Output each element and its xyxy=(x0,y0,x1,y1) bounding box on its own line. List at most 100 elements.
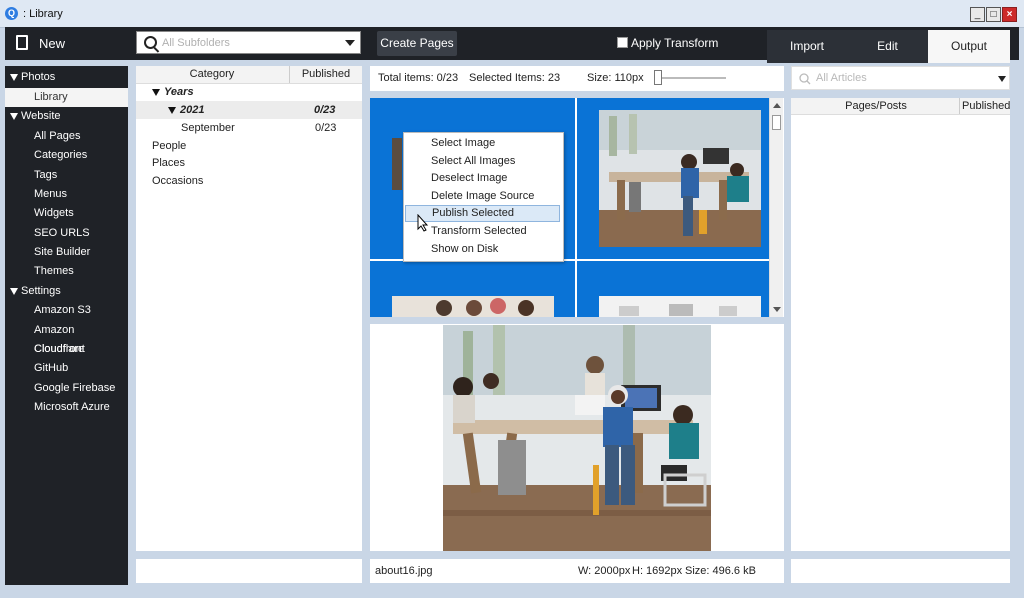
expand-triangle-icon xyxy=(152,89,160,96)
category-2021[interactable]: 2021 xyxy=(168,104,204,116)
image-tile[interactable] xyxy=(577,261,769,317)
image-info-footer: about16.jpg W: 2000px H: 1692px Size: 49… xyxy=(370,559,784,583)
image-tile[interactable] xyxy=(370,261,575,317)
sidebar-item-amazon-cloudfront[interactable]: Amazon Cloudfront xyxy=(5,321,128,355)
column-divider xyxy=(959,98,960,114)
image-height: H: 1692px xyxy=(632,565,683,577)
sidebar-item-tags[interactable]: Tags xyxy=(5,166,128,185)
column-header-published[interactable]: Published xyxy=(962,100,1010,112)
create-pages-button[interactable]: Create Pages xyxy=(377,31,457,56)
sidebar-section-website[interactable]: Website xyxy=(5,107,128,126)
image-preview-panel xyxy=(370,324,784,551)
new-button-label: New xyxy=(39,36,66,51)
context-menu: Select Image Select All Images Deselect … xyxy=(403,132,564,262)
sidebar-item-site-builder[interactable]: Site Builder xyxy=(5,243,128,262)
articles-dropdown[interactable]: All Articles xyxy=(791,66,1010,90)
tab-edit[interactable]: Edit xyxy=(847,30,928,63)
scroll-down-icon[interactable] xyxy=(773,307,781,312)
column-header-pages-posts[interactable]: Pages/Posts xyxy=(791,100,961,112)
sidebar-item-categories[interactable]: Categories xyxy=(5,146,128,165)
category-footer xyxy=(136,559,362,583)
sidebar-section-label: Photos xyxy=(21,71,56,83)
category-2021-count: 0/23 xyxy=(314,104,336,116)
image-tile[interactable] xyxy=(577,98,769,259)
menu-item-delete-image-source[interactable]: Delete Image Source xyxy=(405,188,560,205)
sidebar-item-github[interactable]: GitHub xyxy=(5,359,128,378)
menu-item-select-image[interactable]: Select Image xyxy=(405,135,560,152)
category-years[interactable]: Years xyxy=(152,86,194,98)
column-header-published[interactable]: Published xyxy=(290,68,362,80)
sidebar-item-widgets[interactable]: Widgets xyxy=(5,204,128,223)
new-document-icon xyxy=(16,35,28,50)
image-filesize: Size: 496.6 kB xyxy=(685,565,756,577)
total-items: Total items: 0/23 xyxy=(378,72,459,84)
thumbnail-image xyxy=(392,296,554,317)
category-label: Years xyxy=(164,86,194,98)
app-logo-icon: Q xyxy=(5,7,18,20)
mouse-cursor-icon xyxy=(417,214,429,232)
articles-panel xyxy=(791,98,1010,551)
menu-item-show-on-disk[interactable]: Show on Disk xyxy=(405,241,560,258)
sidebar-item-library[interactable]: Library xyxy=(5,88,128,107)
image-grid-scrollbar[interactable] xyxy=(769,98,783,317)
sidebar-section-photos[interactable]: Photos xyxy=(5,68,128,87)
maximize-icon[interactable]: □ xyxy=(986,7,1001,22)
category-september-count: 0/23 xyxy=(315,122,337,134)
window-title: : Library xyxy=(23,8,63,20)
thumbnail-image xyxy=(392,138,402,190)
articles-header: Pages/Posts Published xyxy=(791,98,1010,115)
size-slider-track[interactable] xyxy=(660,77,726,79)
sidebar-item-cloudflare[interactable]: Cloudflare xyxy=(5,340,128,359)
preview-image xyxy=(443,325,711,551)
apply-transform-checkbox[interactable] xyxy=(617,37,628,48)
expand-triangle-icon xyxy=(10,113,18,120)
column-header-category[interactable]: Category xyxy=(136,68,288,80)
tab-import[interactable]: Import xyxy=(767,30,847,63)
new-button[interactable]: New xyxy=(10,31,72,57)
category-panel xyxy=(136,66,362,551)
category-september[interactable]: September xyxy=(181,122,235,134)
image-filename: about16.jpg xyxy=(375,565,433,577)
expand-triangle-icon xyxy=(10,74,18,81)
search-icon xyxy=(799,73,811,85)
search-input[interactable] xyxy=(162,35,332,51)
chevron-down-icon[interactable] xyxy=(998,76,1006,82)
sidebar-section-label: Settings xyxy=(21,285,61,297)
sidebar: Photos Library Website All Pages Categor… xyxy=(5,66,128,585)
category-label: 2021 xyxy=(180,104,205,116)
category-occasions[interactable]: Occasions xyxy=(152,175,203,187)
sidebar-item-menus[interactable]: Menus xyxy=(5,185,128,204)
scroll-up-icon[interactable] xyxy=(773,103,781,108)
tab-output[interactable]: Output xyxy=(928,30,1010,63)
selected-items: Selected Items: 23 xyxy=(469,72,561,84)
sidebar-item-all-pages[interactable]: All Pages xyxy=(5,127,128,146)
subfolder-search[interactable] xyxy=(136,31,361,54)
expand-triangle-icon xyxy=(10,288,18,295)
sidebar-section-settings[interactable]: Settings xyxy=(5,282,128,301)
close-icon[interactable]: × xyxy=(1002,7,1017,22)
minimize-icon[interactable]: _ xyxy=(970,7,985,22)
search-icon xyxy=(144,36,157,49)
sidebar-item-themes[interactable]: Themes xyxy=(5,262,128,281)
sidebar-item-seo-urls[interactable]: SEO URLS xyxy=(5,224,128,243)
sidebar-section-label: Website xyxy=(21,110,61,122)
category-places[interactable]: Places xyxy=(152,157,185,169)
category-people[interactable]: People xyxy=(152,140,186,152)
thumbnail-image xyxy=(599,110,761,247)
apply-transform-label: Apply Transform xyxy=(631,36,719,50)
sidebar-item-google-firebase[interactable]: Google Firebase xyxy=(5,379,128,398)
title-bar xyxy=(0,0,1024,28)
articles-footer xyxy=(791,559,1010,583)
sidebar-item-microsoft-azure[interactable]: Microsoft Azure xyxy=(5,398,128,417)
category-header: Category Published xyxy=(136,66,362,84)
scrollbar-thumb[interactable] xyxy=(772,115,781,130)
chevron-down-icon[interactable] xyxy=(345,40,355,46)
menu-item-select-all-images[interactable]: Select All Images xyxy=(405,153,560,170)
sidebar-item-amazon-s3[interactable]: Amazon S3 xyxy=(5,301,128,320)
thumbnail-image xyxy=(599,296,761,317)
menu-item-deselect-image[interactable]: Deselect Image xyxy=(405,170,560,187)
image-width: W: 2000px xyxy=(578,565,631,577)
articles-placeholder: All Articles xyxy=(816,72,867,84)
size-slider-handle[interactable] xyxy=(654,70,662,85)
expand-triangle-icon xyxy=(168,107,176,114)
